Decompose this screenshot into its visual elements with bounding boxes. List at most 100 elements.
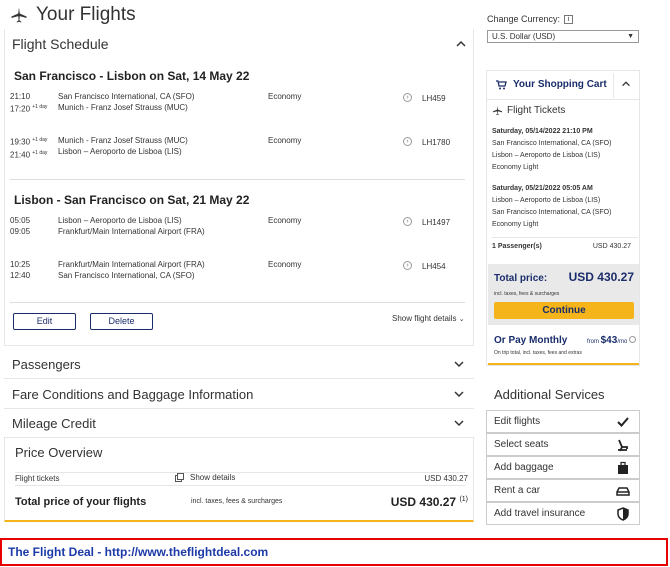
flight-segment: 19:30 +1 day 21:40 +1 day Munich - Franz … bbox=[10, 135, 465, 159]
total-price-note: incl. taxes, fees & surcharges bbox=[191, 498, 283, 505]
service-label: Rent a car bbox=[494, 485, 541, 496]
flight-segment: 10:25 12:40 Frankfurt/Main International … bbox=[10, 259, 465, 283]
baggage-icon bbox=[618, 461, 628, 474]
arr-time: 17:20 bbox=[10, 104, 31, 114]
day-offset: +1 day bbox=[32, 104, 48, 110]
info-icon[interactable] bbox=[629, 336, 636, 343]
cart-total-value: USD 430.27 bbox=[568, 270, 634, 284]
shield-icon bbox=[617, 507, 629, 521]
travel-insurance-service[interactable]: Add travel insurance bbox=[486, 502, 640, 525]
mileage-credit-accordion[interactable]: Mileage Credit bbox=[4, 409, 474, 438]
page-title-text: Your Flights bbox=[36, 4, 136, 25]
flight-tickets-title: Flight Tickets bbox=[507, 105, 566, 116]
destination: Lisbon – Aeroporto de Lisboa (LIS) bbox=[58, 147, 182, 156]
divider bbox=[10, 302, 465, 303]
flight-deal-banner[interactable]: The Flight Deal - http://www.theflightde… bbox=[0, 538, 668, 566]
flight-details-icon[interactable]: › bbox=[403, 93, 412, 102]
show-flight-details-label: Show flight details bbox=[392, 314, 457, 323]
caret-down-icon: ▼ bbox=[627, 33, 634, 40]
cart-item-origin: San Francisco International, CA (SFO) bbox=[492, 140, 612, 147]
divider bbox=[15, 485, 465, 486]
cart-title: Your Shopping Cart bbox=[513, 79, 607, 90]
fare-conditions-accordion[interactable]: Fare Conditions and Baggage Information bbox=[4, 380, 474, 409]
chevron-up-icon[interactable] bbox=[620, 78, 632, 90]
currency-label-row: Change Currency: i bbox=[487, 14, 574, 24]
divider bbox=[613, 73, 614, 98]
currency-select[interactable]: U.S. Dollar (USD) ▼ bbox=[487, 30, 639, 43]
origin: Munich - Franz Josef Strauss (MUC) bbox=[58, 136, 188, 145]
origin: San Francisco International, CA (SFO) bbox=[58, 92, 195, 101]
cart-item-fare: Economy Light bbox=[492, 164, 539, 171]
dep-time: 10:25 bbox=[10, 260, 31, 269]
flight-details-icon[interactable]: › bbox=[403, 137, 412, 146]
cart-total-note: incl. taxes, fees & surcharges bbox=[494, 291, 560, 297]
show-flight-details-link[interactable]: Show flight details ⌄ bbox=[392, 314, 465, 323]
show-details-label: Show details bbox=[190, 473, 236, 482]
cart-item-destination: San Francisco International, CA (SFO) bbox=[492, 209, 612, 216]
mileage-credit-label: Mileage Credit bbox=[12, 415, 96, 431]
footnote-marker: (1) bbox=[459, 496, 468, 503]
pay-monthly-box[interactable]: Or Pay Monthly from $43/mo On trip total… bbox=[488, 330, 639, 365]
cart-item-fare: Economy Light bbox=[492, 221, 539, 228]
edit-button[interactable]: Edit bbox=[13, 313, 76, 330]
dep-time: 05:05 bbox=[10, 216, 31, 225]
dep-time: 19:30 bbox=[10, 137, 31, 147]
total-price-label: Total price of your flights bbox=[15, 496, 147, 508]
flight-tickets-section: Flight Tickets bbox=[492, 105, 565, 116]
delete-button[interactable]: Delete bbox=[90, 313, 153, 330]
airplane-icon bbox=[11, 7, 27, 23]
chevron-down-icon: ⌄ bbox=[458, 316, 465, 323]
airplane-icon bbox=[492, 105, 503, 116]
chevron-up-icon[interactable] bbox=[454, 37, 468, 51]
flight-schedule-label: Flight Schedule bbox=[12, 36, 109, 52]
car-icon bbox=[616, 487, 630, 496]
cart-header[interactable]: Your Shopping Cart bbox=[487, 71, 639, 100]
cart-item-origin: Lisbon – Aeroporto de Lisboa (LIS) bbox=[492, 197, 601, 204]
passenger-count: 1 Passenger(s) bbox=[492, 243, 542, 250]
service-label: Add baggage bbox=[494, 462, 554, 473]
total-price-box: Total price: USD 430.27 incl. taxes, fee… bbox=[488, 264, 639, 325]
destination: San Francisco International, CA (SFO) bbox=[58, 271, 195, 280]
select-seats-service[interactable]: Select seats bbox=[486, 433, 640, 456]
day-offset: +1 day bbox=[32, 137, 48, 143]
divider bbox=[492, 237, 638, 238]
pay-monthly-note: On trip total, incl. taxes, fees and ext… bbox=[494, 350, 582, 356]
flight-details-icon[interactable]: › bbox=[403, 217, 412, 226]
cart-item: Saturday, 05/21/2022 05:05 AM Lisbon – A… bbox=[492, 183, 638, 231]
external-link-icon bbox=[175, 473, 184, 482]
pay-monthly-amount: $43 bbox=[600, 335, 618, 346]
cabin-class: Economy bbox=[268, 216, 302, 225]
seat-icon bbox=[618, 439, 628, 452]
chevron-down-icon bbox=[454, 420, 464, 427]
cart-total-label: Total price: bbox=[494, 273, 548, 284]
cabin-class: Economy bbox=[268, 260, 302, 269]
flight-details-icon[interactable]: › bbox=[403, 261, 412, 270]
destination: Frankfurt/Main International Airport (FR… bbox=[58, 227, 205, 236]
show-details-link[interactable]: Show details bbox=[175, 473, 235, 482]
checkmark-icon bbox=[617, 417, 629, 427]
dep-time: 21:10 bbox=[10, 92, 31, 101]
cart-item: Saturday, 05/14/2022 21:10 PM San Franci… bbox=[492, 126, 638, 174]
divider bbox=[15, 472, 465, 473]
service-label: Add travel insurance bbox=[494, 508, 586, 519]
pay-monthly-price: from $43/mo bbox=[587, 335, 636, 346]
flight-segment: 05:05 09:05 Lisbon – Aeroporto de Lisboa … bbox=[10, 215, 465, 239]
cart-icon bbox=[496, 80, 507, 90]
flight-tickets-label: Flight tickets bbox=[15, 474, 60, 483]
flight-schedule-header[interactable]: Flight Schedule bbox=[12, 36, 468, 52]
edit-flights-service[interactable]: Edit flights bbox=[486, 410, 640, 433]
info-icon[interactable]: i bbox=[564, 14, 574, 24]
passenger-price: USD 430.27 bbox=[592, 243, 631, 250]
continue-button[interactable]: Continue bbox=[494, 302, 634, 319]
arr-time: 12:40 bbox=[10, 271, 31, 280]
price-overview-panel: Price Overview Flight tickets Show detai… bbox=[4, 437, 474, 522]
outbound-route-title: San Francisco - Lisbon on Sat, 14 May 22 bbox=[14, 69, 250, 83]
total-price-amount: USD 430.27 bbox=[390, 495, 457, 509]
cart-item-date: Saturday, 05/21/2022 05:05 AM bbox=[492, 185, 593, 192]
origin: Frankfurt/Main International Airport (FR… bbox=[58, 260, 205, 269]
add-baggage-service[interactable]: Add baggage bbox=[486, 456, 640, 479]
passengers-accordion[interactable]: Passengers bbox=[4, 350, 474, 379]
shopping-cart-panel: Your Shopping Cart Flight Tickets Saturd… bbox=[486, 70, 640, 366]
rent-a-car-service[interactable]: Rent a car bbox=[486, 479, 640, 502]
cart-item-date: Saturday, 05/14/2022 21:10 PM bbox=[492, 128, 593, 135]
